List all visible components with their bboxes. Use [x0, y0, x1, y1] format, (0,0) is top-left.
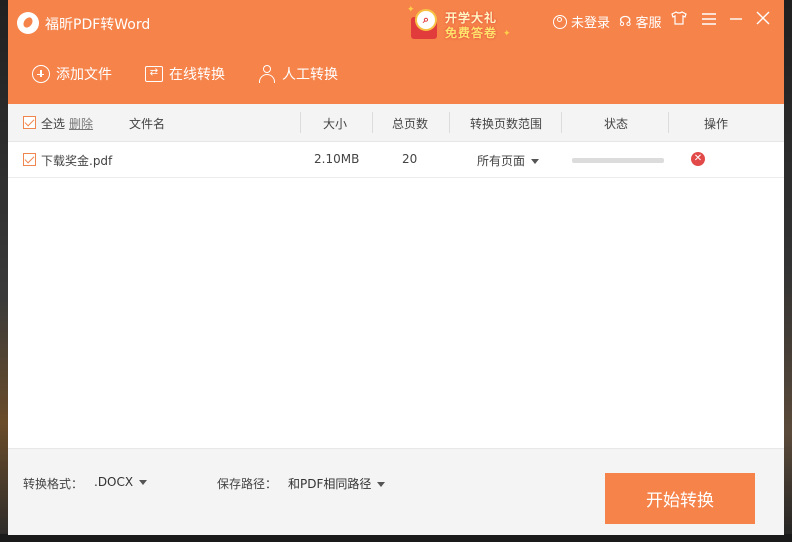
column-divider: [561, 112, 562, 133]
select-all-label[interactable]: 全选: [41, 115, 65, 132]
file-name: 下载奖金.pdf: [41, 154, 113, 168]
chevron-down-icon: [531, 159, 540, 164]
manual-convert-button[interactable]: 人工转换: [258, 64, 338, 84]
person-icon: [258, 65, 276, 83]
col-header-file-name: 文件名: [129, 117, 166, 131]
customer-service-button[interactable]: ☊ 客服: [619, 12, 662, 32]
menu-icon[interactable]: [700, 10, 718, 29]
table-row: 下载奖金.pdf 2.10MB 20 所有页面 ✕: [8, 142, 784, 178]
format-label: 转换格式：: [23, 477, 84, 491]
window-frame-left: [0, 0, 8, 542]
chevron-down-icon: [139, 480, 148, 485]
add-file-label: 添加文件: [56, 67, 112, 83]
app-title: 福昕PDF转Word: [45, 17, 151, 33]
headset-icon: ☊: [619, 13, 632, 30]
page-range-value: 所有页面: [477, 154, 526, 168]
file-table-header: 全选 删除 文件名 大小 总页数 转换页数范围 状态 操作: [8, 104, 784, 142]
sparkle-icon: ✦: [503, 29, 511, 39]
login-label: 未登录: [571, 16, 611, 31]
start-convert-button[interactable]: 开始转换: [605, 473, 755, 524]
col-header-size: 大小: [323, 117, 348, 131]
convert-icon: ⇄: [145, 66, 163, 82]
manual-convert-label: 人工转换: [282, 67, 338, 83]
column-divider: [372, 112, 373, 133]
col-header-action: 操作: [704, 117, 729, 131]
conversion-progress-bar: [572, 158, 664, 163]
format-dropdown[interactable]: .DOCX: [94, 475, 148, 489]
user-icon: [553, 14, 567, 29]
app-window: 福昕PDF转Word ⌕ ✦ ✦ 开学大礼 免费答卷 未登录 ☊ 客服 添加文件…: [8, 0, 784, 535]
file-table-body: 下载奖金.pdf 2.10MB 20 所有页面 ✕: [8, 142, 784, 448]
promo-line2: 免费答卷: [445, 26, 498, 40]
format-value: .DOCX: [94, 475, 134, 489]
sparkle-icon: ✦: [407, 5, 415, 15]
column-divider: [668, 112, 669, 133]
col-header-page-range: 转换页数范围: [470, 117, 543, 131]
promo-banner[interactable]: ⌕ ✦ ✦ 开学大礼 免费答卷: [407, 5, 511, 41]
window-frame-bottom: [0, 534, 792, 542]
minimize-icon[interactable]: [727, 10, 745, 29]
save-path-dropdown[interactable]: 和PDF相同路径: [288, 475, 386, 492]
col-header-total-pages: 总页数: [392, 117, 429, 131]
app-logo-icon: [17, 12, 39, 34]
save-path-label: 保存路径：: [217, 477, 278, 491]
delete-link[interactable]: 删除: [69, 115, 93, 132]
select-all-checkbox[interactable]: [23, 116, 36, 129]
remove-file-icon[interactable]: ✕: [691, 152, 705, 166]
row-checkbox[interactable]: [23, 153, 36, 166]
add-circle-icon: [32, 65, 50, 83]
tshirt-icon[interactable]: [670, 10, 688, 29]
chevron-down-icon: [377, 482, 386, 487]
window-frame-right: [784, 0, 792, 542]
header: 福昕PDF转Word ⌕ ✦ ✦ 开学大礼 免费答卷 未登录 ☊ 客服 添加文件…: [8, 0, 784, 104]
column-divider: [300, 112, 301, 133]
online-convert-label: 在线转换: [169, 67, 225, 83]
online-convert-button[interactable]: ⇄ 在线转换: [145, 64, 225, 84]
search-icon: ⌕: [415, 9, 437, 31]
file-page-count: 20: [402, 152, 418, 166]
add-file-button[interactable]: 添加文件: [32, 64, 112, 84]
column-divider: [449, 112, 450, 133]
close-icon[interactable]: [754, 10, 772, 29]
service-label: 客服: [635, 16, 662, 31]
login-button[interactable]: 未登录: [553, 12, 610, 31]
col-header-status: 状态: [604, 117, 629, 131]
save-path-value: 和PDF相同路径: [288, 477, 372, 491]
page-range-dropdown[interactable]: 所有页面: [477, 152, 540, 169]
file-size: 2.10MB: [314, 152, 360, 166]
footer: 转换格式： .DOCX 保存路径： 和PDF相同路径 开始转换: [8, 448, 784, 535]
